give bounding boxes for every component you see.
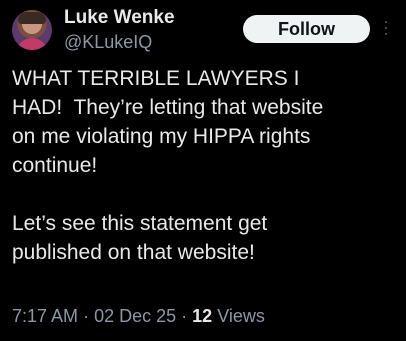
avatar-hair [18, 12, 46, 24]
views-count: 12 [192, 306, 213, 326]
tweet-metadata: 7:17 AM · 02 Dec 25 · 12 Views [12, 304, 265, 328]
tweet-card: Luke Wenke @KLukeIQ Follow WHAT TERRIBLE… [0, 0, 406, 341]
tweet-date[interactable]: 02 Dec 25 [94, 306, 176, 326]
author-display-name[interactable]: Luke Wenke [64, 7, 175, 29]
tweet-text: WHAT TERRIBLE LAWYERS I HAD! They’re let… [12, 67, 324, 264]
views-label: Views [217, 306, 265, 326]
more-dot [385, 33, 387, 35]
avatar[interactable] [12, 10, 52, 50]
meta-separator: · [83, 306, 90, 326]
more-vertical-icon[interactable] [385, 20, 388, 36]
tweet-time[interactable]: 7:17 AM [12, 306, 78, 326]
meta-separator: · [181, 306, 188, 326]
author-handle[interactable]: @KLukeIQ [64, 32, 152, 53]
follow-button[interactable]: Follow [243, 15, 370, 43]
more-dot [385, 27, 387, 29]
more-dot [385, 21, 387, 23]
avatar-shirt [16, 38, 48, 50]
